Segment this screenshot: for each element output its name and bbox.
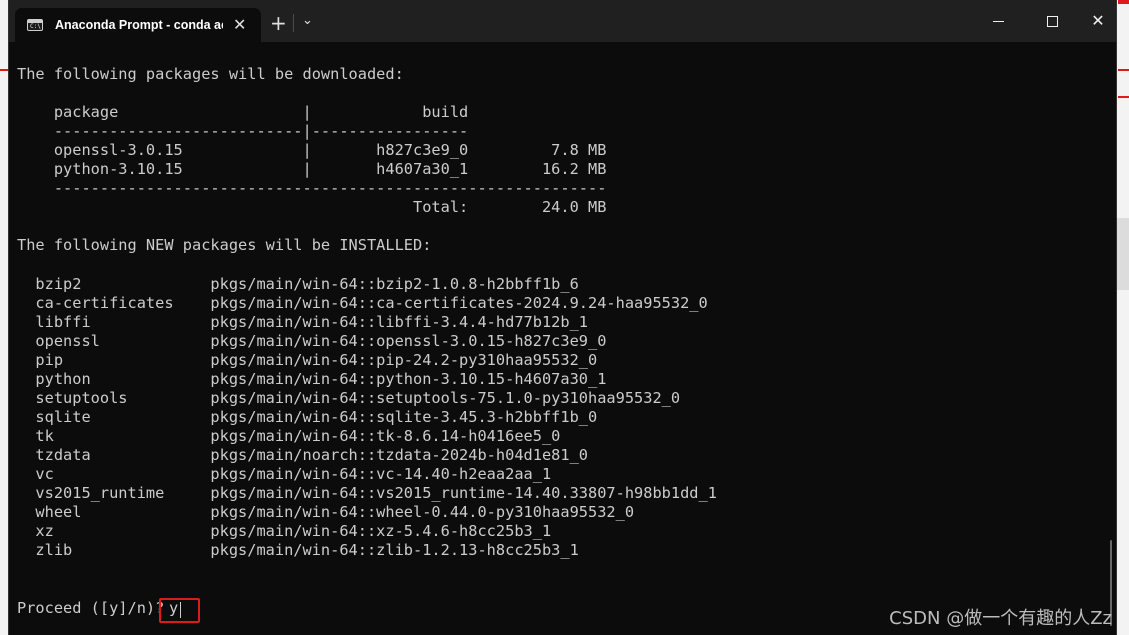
title-bar: C:\ Anaconda Prompt - conda ac ✕ + ⌄ ✕ <box>9 0 1116 42</box>
tab-anaconda-prompt[interactable]: C:\ Anaconda Prompt - conda ac ✕ <box>15 8 261 42</box>
minimize-button[interactable] <box>975 6 1021 36</box>
maximize-icon <box>1046 15 1058 27</box>
terminal-line: tzdata pkgs/main/noarch::tzdata-2024b-h0… <box>17 445 588 464</box>
background-window-left <box>0 0 8 635</box>
terminal-line: Total: 24.0 MB <box>17 198 607 217</box>
proceed-prompt: Proceed ([y]/n)? <box>17 599 165 617</box>
terminal-line: zlib pkgs/main/win-64::zlib-1.2.13-h8cc2… <box>17 541 579 560</box>
terminal-line: ca-certificates pkgs/main/win-64::ca-cer… <box>17 293 708 312</box>
terminal-line: bzip2 pkgs/main/win-64::bzip2-1.0.8-h2bb… <box>17 274 579 293</box>
new-tab-button[interactable]: + <box>270 12 287 34</box>
terminal-line: The following packages will be downloade… <box>17 65 404 83</box>
terminal-line: wheel pkgs/main/win-64::wheel-0.44.0-py3… <box>17 503 635 522</box>
watermark: CSDN @做一个有趣的人Zz <box>889 608 1112 629</box>
terminal-line: pip pkgs/main/win-64::pip-24.2-py310haa9… <box>17 350 598 369</box>
tab-close-icon[interactable]: ✕ <box>233 17 246 33</box>
terminal-text: The following packages will be downloade… <box>17 65 717 560</box>
terminal-line: xz pkgs/main/win-64::xz-5.4.6-h8cc25b3_1 <box>17 522 552 541</box>
terminal-line: vc pkgs/main/win-64::vc-14.40-h2eaa2aa_1 <box>17 464 552 483</box>
terminal-line: python-3.10.15 | h4607a30_1 16.2 MB <box>17 160 607 179</box>
background-band-right <box>1117 218 1129 290</box>
minimize-icon <box>992 20 1004 22</box>
tab-divider <box>293 14 294 32</box>
background-accent-left <box>0 69 8 71</box>
terminal-icon-text: C:\ <box>30 23 41 30</box>
terminal-line: libffi pkgs/main/win-64::libffi-3.4.4-hd… <box>17 312 588 331</box>
terminal-output[interactable]: The following packages will be downloade… <box>9 42 1116 635</box>
terminal-line: vs2015_runtime pkgs/main/win-64::vs2015_… <box>17 484 717 503</box>
tab-title: Anaconda Prompt - conda ac <box>55 18 223 32</box>
close-icon: ✕ <box>1091 11 1105 30</box>
terminal-window: C:\ Anaconda Prompt - conda ac ✕ + ⌄ ✕ T… <box>8 0 1117 635</box>
terminal-line: setuptools pkgs/main/win-64::setuptools-… <box>17 388 681 407</box>
terminal-line: tk pkgs/main/win-64::tk-8.6.14-h0416ee5_… <box>17 426 561 445</box>
terminal-line: openssl-3.0.15 | h827c3e9_0 7.8 MB <box>17 141 607 160</box>
chevron-down-icon[interactable]: ⌄ <box>302 13 313 28</box>
terminal-line: python pkgs/main/win-64::python-3.10.15-… <box>17 369 607 388</box>
close-button[interactable]: ✕ <box>1075 6 1116 36</box>
terminal-line: package | build <box>17 103 469 122</box>
terminal-icon: C:\ <box>27 19 43 31</box>
background-accent-right-top <box>1118 0 1129 4</box>
input-highlight-box <box>159 598 200 623</box>
terminal-line: openssl pkgs/main/win-64::openssl-3.0.15… <box>17 331 607 350</box>
terminal-line: ---------------------------|------------… <box>17 122 469 141</box>
terminal-line: ----------------------------------------… <box>17 179 607 198</box>
maximize-button[interactable] <box>1029 6 1075 36</box>
background-accent-right-2 <box>1118 96 1129 98</box>
background-accent-right <box>1118 69 1129 71</box>
terminal-line: sqlite pkgs/main/win-64::sqlite-3.45.3-h… <box>17 407 598 426</box>
terminal-line: The following NEW packages will be INSTA… <box>17 236 432 255</box>
